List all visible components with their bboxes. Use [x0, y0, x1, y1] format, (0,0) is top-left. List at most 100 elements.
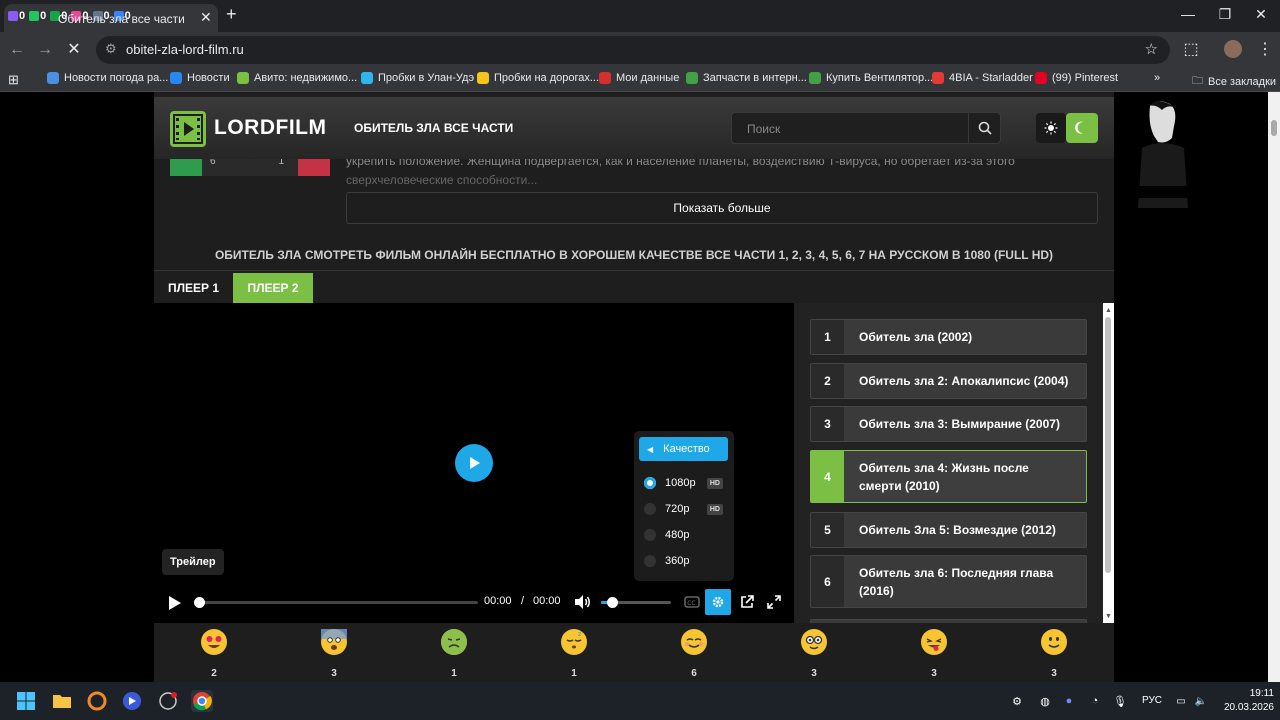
- clock-date[interactable]: 20.03.2026: [1218, 702, 1274, 713]
- playlist-item[interactable]: 5 Обитель Зла 5: Возмездие (2012): [810, 512, 1087, 548]
- search-input[interactable]: Поиск: [747, 122, 780, 136]
- volume-handle[interactable]: [607, 597, 619, 608]
- fullscreen-icon[interactable]: [766, 594, 782, 615]
- search-icon[interactable]: [968, 113, 1000, 143]
- chrome-icon[interactable]: [191, 690, 213, 712]
- bookmark-item[interactable]: Мои данные: [599, 72, 679, 84]
- browser-tab[interactable]: 000000 Обитель зла все части 1,2,3,4, ✕: [4, 4, 218, 32]
- external-link-icon[interactable]: [739, 594, 755, 615]
- file-explorer-icon[interactable]: [51, 690, 73, 712]
- minimize-icon[interactable]: —: [1173, 6, 1203, 22]
- messenger-tray-icon[interactable]: ●: [1062, 694, 1076, 708]
- playlist-item[interactable]: 6 Обитель зла 6: Последняя глава (2016): [810, 555, 1087, 608]
- bookmark-item[interactable]: Авито: недвижимо...: [237, 72, 357, 84]
- settings-gear-icon[interactable]: [705, 589, 731, 615]
- play-icon[interactable]: [168, 595, 182, 616]
- playlist-item[interactable]: 1 Обитель зла (2002): [810, 319, 1087, 355]
- play-button[interactable]: [455, 444, 493, 482]
- apps-icon[interactable]: ⊞: [8, 72, 19, 88]
- profile-avatar[interactable]: [1222, 40, 1244, 64]
- playlist-item[interactable]: 3 Обитель зла 3: Вымирание (2007): [810, 406, 1087, 442]
- tab-player-2[interactable]: ПЛЕЕР 2: [233, 273, 313, 303]
- restore-icon[interactable]: ❐: [1210, 6, 1240, 23]
- subtitles-icon[interactable]: CC: [684, 595, 700, 614]
- show-more-button[interactable]: Показать больше: [346, 192, 1098, 224]
- all-bookmarks[interactable]: 🗀 Все закладки: [1192, 72, 1276, 91]
- stop-loading-icon[interactable]: ✕: [63, 40, 85, 60]
- playlist-item[interactable]: 2 Обитель зла 2: Апокалипсис (2004): [810, 363, 1087, 399]
- bookmark-item[interactable]: Запчасти в интерн...: [686, 72, 807, 84]
- volume-icon[interactable]: [574, 594, 592, 615]
- window-close-icon[interactable]: ✕: [1246, 6, 1276, 23]
- forward-icon[interactable]: →: [34, 40, 56, 60]
- bookmark-item[interactable]: 4BIA - Starladder: [932, 72, 1033, 84]
- logo-icon[interactable]: [170, 111, 206, 147]
- relieved-face-icon[interactable]: [681, 629, 707, 655]
- language-indicator[interactable]: РУС: [1142, 695, 1162, 706]
- fearful-face-icon[interactable]: [321, 629, 347, 655]
- playlist-scroll-thumb[interactable]: [1105, 317, 1111, 573]
- network-icon[interactable]: ▭: [1174, 694, 1188, 708]
- reaction-button[interactable]: 1: [434, 629, 474, 679]
- progress-bar[interactable]: [194, 597, 478, 608]
- logo-text[interactable]: LORDFILM: [214, 116, 326, 140]
- bookmark-item[interactable]: Новости: [170, 72, 230, 84]
- quality-option[interactable]: 480p: [644, 525, 728, 545]
- site-info-icon[interactable]: ⚙: [105, 41, 117, 57]
- tab-close-icon[interactable]: ✕: [200, 9, 212, 26]
- volume-slider[interactable]: [601, 597, 671, 608]
- menu-icon[interactable]: ⋮: [1254, 40, 1276, 60]
- address-bar[interactable]: ⚙ obitel-zla-lord-film.ru ☆: [96, 36, 1170, 64]
- microphone-icon[interactable]: 🎙: [1113, 694, 1127, 708]
- discord-tray-icon[interactable]: ◍: [1038, 694, 1052, 708]
- bookmark-item[interactable]: Новости погода ра...: [47, 72, 168, 84]
- playlist-item[interactable]: 4 Обитель зла 4: Жизнь после смерти (2010…: [810, 450, 1087, 503]
- quality-back-button[interactable]: ◀ Качество: [639, 437, 728, 461]
- steam-tray-icon[interactable]: ⚙: [1010, 694, 1024, 708]
- reaction-button[interactable]: 6: [674, 629, 714, 679]
- quality-option[interactable]: 1080p HD: [644, 473, 728, 493]
- moon-icon[interactable]: [1066, 113, 1098, 143]
- bookmark-star-icon[interactable]: ☆: [1145, 40, 1158, 58]
- sleeping-face-icon[interactable]: z: [561, 629, 587, 655]
- bookmark-item[interactable]: Купить Вентилятор...: [809, 72, 933, 84]
- bookmark-item[interactable]: Пробки на дорогах...: [477, 72, 599, 84]
- speaker-icon[interactable]: 🔈: [1194, 694, 1208, 708]
- playlist-scrollbar[interactable]: ▲ ▼: [1103, 303, 1114, 623]
- reaction-button[interactable]: 3: [1034, 629, 1074, 679]
- back-icon[interactable]: ←: [6, 40, 28, 60]
- new-tab-button[interactable]: +: [226, 4, 237, 25]
- reaction-button[interactable]: 2: [194, 629, 234, 679]
- reaction-button[interactable]: z1: [554, 629, 594, 679]
- bookmarks-overflow-icon[interactable]: »: [1154, 72, 1160, 84]
- tray-app-icon[interactable]: ◔: [1088, 694, 1102, 708]
- app-icon-orange[interactable]: [86, 690, 108, 712]
- heart-eyes-icon[interactable]: [201, 629, 227, 655]
- tongue-face-icon[interactable]: [921, 629, 947, 655]
- reaction-button[interactable]: 3: [914, 629, 954, 679]
- extensions-icon[interactable]: ⬚: [1180, 40, 1202, 60]
- page-scrollbar[interactable]: [1268, 92, 1280, 682]
- smiling-face-icon[interactable]: [1041, 629, 1067, 655]
- windows-start-icon[interactable]: [15, 690, 37, 712]
- video-player[interactable]: Трейлер ◀ Качество 1080p HD 720p HD 480p 360p…: [154, 303, 794, 623]
- page-scroll-thumb[interactable]: [1271, 120, 1277, 136]
- url-text[interactable]: obitel-zla-lord-film.ru: [126, 42, 244, 57]
- radio-icon[interactable]: [644, 555, 656, 567]
- radio-icon[interactable]: [644, 529, 656, 541]
- scroll-up-icon[interactable]: ▲: [1103, 305, 1114, 315]
- nauseated-face-icon[interactable]: [441, 629, 467, 655]
- quality-option[interactable]: 720p HD: [644, 499, 728, 519]
- radio-icon[interactable]: [644, 503, 656, 515]
- nerd-face-icon[interactable]: [801, 629, 827, 655]
- progress-handle[interactable]: [194, 597, 205, 608]
- tab-player-1[interactable]: ПЛЕЕР 1: [154, 273, 233, 303]
- reaction-button[interactable]: 3: [794, 629, 834, 679]
- bookmark-item[interactable]: (99) Pinterest: [1035, 72, 1118, 84]
- bookmark-item[interactable]: Пробки в Улан-Удэ: [361, 72, 474, 84]
- search-field[interactable]: Поиск: [731, 112, 1001, 144]
- reaction-button[interactable]: 3: [314, 629, 354, 679]
- quality-option[interactable]: 360p: [644, 551, 728, 571]
- radio-icon[interactable]: [644, 477, 656, 489]
- steam-like-icon[interactable]: [157, 690, 179, 712]
